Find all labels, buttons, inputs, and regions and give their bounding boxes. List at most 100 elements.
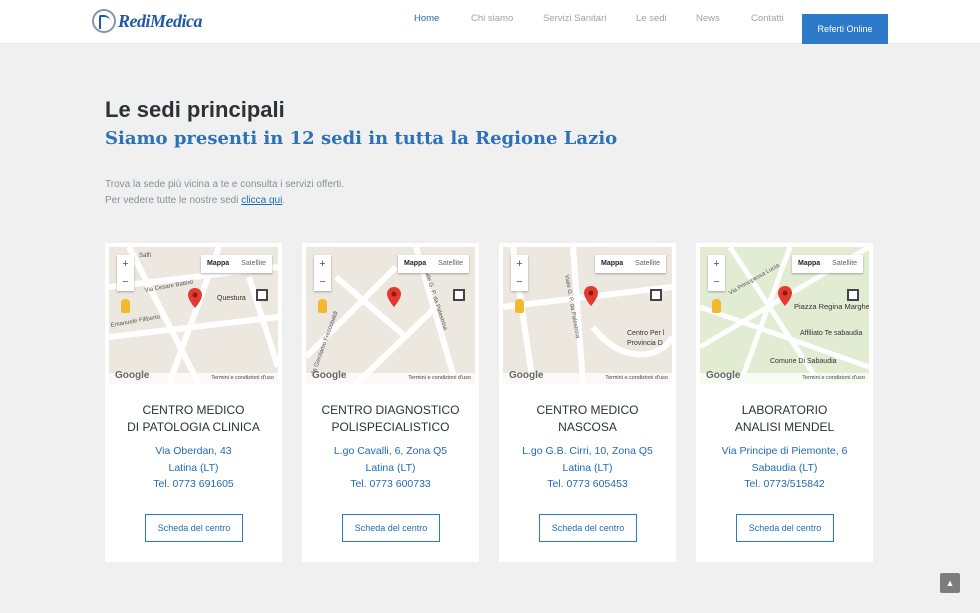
location-map[interactable]: Via Cesare Battisti Questura Emanuele Fi… [109,247,278,384]
nav-le-sedi[interactable]: Le sedi [636,13,667,24]
pegman-icon[interactable] [515,299,524,313]
map-type-control[interactable]: Mappa Satellite [792,255,864,273]
site-logo[interactable]: RediMedica [92,8,202,34]
zoom-out-button[interactable]: − [708,273,725,291]
nav-home[interactable]: Home [414,13,439,24]
zoom-out-button[interactable]: − [117,273,134,291]
map-street-label: Saffi [139,253,151,259]
location-name-line-1: CENTRO MEDICO [536,403,639,417]
location-city: Sabaudia (LT) [751,461,818,474]
location-name-line-1: CENTRO DIAGNOSTICO [321,403,460,417]
map-street-label: Via Gerolamo Frescobaldi [310,311,339,378]
referti-online-button[interactable]: Referti Online [802,14,888,44]
satellite-tab[interactable]: Satellite [826,255,863,273]
logo-icon [92,9,116,33]
location-map[interactable]: Viale G. P. da Palestrina Via Gerolamo F… [306,247,475,384]
location-name-line-1: CENTRO MEDICO [142,403,245,417]
location-city: Latina (LT) [365,461,416,474]
location-info: L.go Cavalli, 6, Zona Q5 Latina (LT) Tel. … [302,443,479,493]
location-card: Via Principessa Lucia Piazza Regina Marg… [696,243,873,562]
map-type-control[interactable]: Mappa Satellite [595,255,667,273]
satellite-tab[interactable]: Satellite [432,255,469,273]
fullscreen-icon[interactable] [256,289,268,301]
zoom-in-button[interactable]: + [511,255,528,273]
nav-contatti[interactable]: Contatti [751,13,784,24]
zoom-in-button[interactable]: + [314,255,331,273]
map-zoom-controls[interactable]: + − [117,255,134,291]
map-type-control[interactable]: Mappa Satellite [201,255,273,273]
location-phone[interactable]: Tel. 0773 605453 [499,476,676,493]
location-address: L.go G.B. Cirri, 10, Zona Q5 [522,445,653,457]
location-details-button[interactable]: Scheda del centro [145,514,243,542]
map-terms-link[interactable]: Termini e condizioni d'uso [605,373,668,384]
all-locations-link[interactable]: clicca qui [241,195,282,206]
location-details-button[interactable]: Scheda del centro [736,514,834,542]
zoom-in-button[interactable]: + [117,255,134,273]
location-phone[interactable]: Tel. 0773/515842 [696,476,873,493]
google-logo: Google [312,370,347,381]
zoom-out-button[interactable]: − [314,273,331,291]
pegman-icon[interactable] [712,299,721,313]
zoom-in-button[interactable]: + [708,255,725,273]
map-pin-icon[interactable] [778,286,792,306]
fullscreen-icon[interactable] [847,289,859,301]
map-type-control[interactable]: Mappa Satellite [398,255,470,273]
location-name: CENTRO DIAGNOSTICO POLISPECIALISTICO [302,402,479,436]
page-title: Le sedi principali [105,97,285,122]
location-phone[interactable]: Tel. 0773 600733 [302,476,479,493]
map-poi-label: Affiliato Te sabaudia [800,330,863,337]
location-name: CENTRO MEDICO NASCOSA [499,402,676,436]
map-zoom-controls[interactable]: + − [314,255,331,291]
satellite-tab[interactable]: Satellite [629,255,666,273]
intro-line-2: Per vedere tutte le nostre sedi clicca q… [105,193,344,209]
intro-line-1: Trova la sede più vicina a te e consulta… [105,179,345,190]
map-pin-icon[interactable] [584,286,598,306]
location-map[interactable]: Viale G. P. da Palestrina Centro Per l P… [503,247,672,384]
map-zoom-controls[interactable]: + − [708,255,725,291]
zoom-out-button[interactable]: − [511,273,528,291]
map-pin-icon[interactable] [387,287,401,307]
google-logo: Google [706,370,741,381]
map-footer: Google Termini e condizioni d'uso [503,370,672,384]
page-subtitle: Siamo presenti in 12 sedi in tutta la Re… [105,128,618,149]
location-name-line-2: DI PATOLOGIA CLINICA [127,420,260,434]
map-terms-link[interactable]: Termini e condizioni d'uso [211,373,274,384]
location-info: L.go G.B. Cirri, 10, Zona Q5 Latina (LT) T… [499,443,676,493]
location-details-button[interactable]: Scheda del centro [539,514,637,542]
map-tab[interactable]: Mappa [398,255,432,273]
map-poi-label: Comune Di Sabaudia [770,358,837,365]
location-card: Via Cesare Battisti Questura Emanuele Fi… [105,243,282,562]
satellite-tab[interactable]: Satellite [235,255,272,273]
location-details-button[interactable]: Scheda del centro [342,514,440,542]
map-tab[interactable]: Mappa [792,255,826,273]
fullscreen-icon[interactable] [650,289,662,301]
location-address: Via Principe di Piemonte, 6 [721,445,848,457]
nav-servizi-sanitari[interactable]: Servizi Sanitari [543,13,606,24]
fullscreen-icon[interactable] [453,289,465,301]
scroll-to-top-button[interactable]: ▲ [940,573,960,593]
nav-news[interactable]: News [696,13,720,24]
map-terms-link[interactable]: Termini e condizioni d'uso [802,373,865,384]
location-info: Via Oberdan, 43 Latina (LT) Tel. 0773 6916… [105,443,282,493]
map-zoom-controls[interactable]: + − [511,255,528,291]
pegman-icon[interactable] [121,299,130,313]
location-name: LABORATORIO ANALISI MENDEL [696,402,873,436]
location-address: Via Oberdan, 43 [155,445,232,457]
location-name: CENTRO MEDICO DI PATOLOGIA CLINICA [105,402,282,436]
location-map[interactable]: Via Principessa Lucia Piazza Regina Marg… [700,247,869,384]
map-footer: Google Termini e condizioni d'uso [109,370,278,384]
pegman-icon[interactable] [318,299,327,313]
map-tab[interactable]: Mappa [595,255,629,273]
map-terms-link[interactable]: Termini e condizioni d'uso [408,373,471,384]
location-name-line-1: LABORATORIO [741,403,828,417]
map-tab[interactable]: Mappa [201,255,235,273]
location-card: Viale G. P. da Palestrina Centro Per l P… [499,243,676,562]
nav-chi-siamo[interactable]: Chi siamo [471,13,513,24]
map-pin-icon[interactable] [188,288,202,308]
location-address: L.go Cavalli, 6, Zona Q5 [333,445,448,457]
map-footer: Google Termini e condizioni d'uso [700,370,869,384]
location-phone[interactable]: Tel. 0773 691605 [105,476,282,493]
google-logo: Google [115,370,150,381]
map-poi-label: Provincia D [627,340,663,347]
intro-line-2-text: Per vedere tutte le nostre sedi [105,195,242,206]
